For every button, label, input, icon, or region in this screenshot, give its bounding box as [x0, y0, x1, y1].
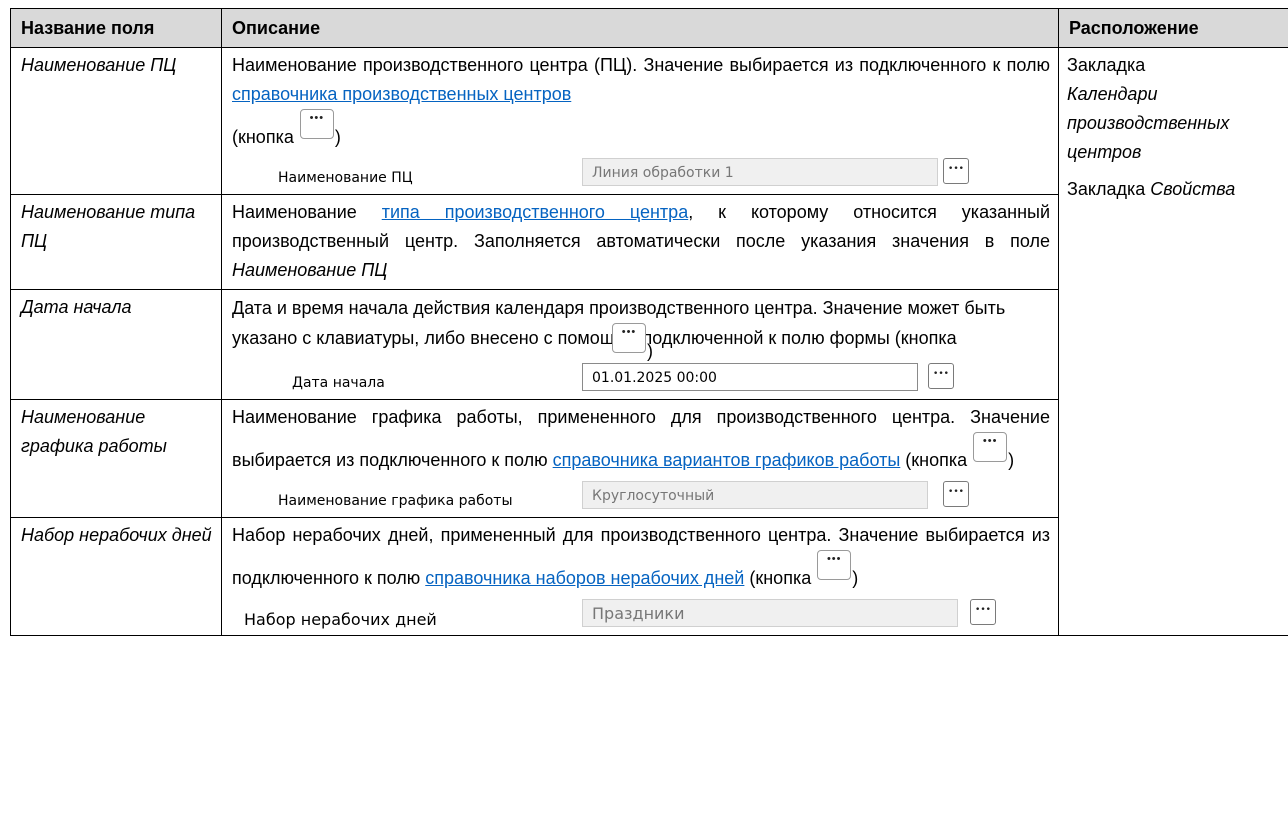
location-line: Закладка Календари производственных центр…	[1067, 51, 1282, 167]
header-description: Описание	[221, 8, 1059, 48]
field-value-input[interactable]: Праздники	[582, 599, 958, 627]
ellipsis-button-icon	[973, 432, 1008, 462]
field-label: Дата начала	[292, 375, 385, 391]
ellipsis-button-icon	[612, 323, 646, 353]
location-prefix: Закладка	[1067, 179, 1151, 199]
form-field-example: Наименование графика работы Круглосуточн…	[232, 477, 1050, 517]
location-cell: Закладка Календари производственных центр…	[1058, 47, 1288, 636]
field-value-input[interactable]: 01.01.2025 00:00	[582, 363, 918, 391]
location-tab-name: Календари производственных центров	[1067, 84, 1230, 162]
link-work-schedule-directory[interactable]: справочника вариантов графиков работы	[553, 450, 901, 470]
description-text: Наименование	[232, 202, 382, 222]
form-field-example: Дата начала 01.01.2025 00:00	[232, 359, 1050, 399]
description-text: )	[647, 341, 653, 361]
description-text: (кнопка	[744, 568, 817, 588]
field-name-cell: Наименование ПЦ	[10, 47, 222, 195]
link-production-center-type[interactable]: типа производственного центра	[382, 202, 688, 222]
description-text: )	[1008, 450, 1015, 470]
location-line: Закладка Свойства	[1067, 175, 1282, 204]
table-row: Наименование ПЦ Наименование производств…	[10, 47, 1288, 636]
header-location: Расположение	[1058, 8, 1288, 48]
ellipsis-icon[interactable]	[943, 481, 969, 507]
field-name-cell: Наименование графика работы	[10, 399, 222, 518]
description-text: Наименование производственного центра (П…	[232, 55, 1050, 75]
field-name-cell: Набор нерабочих дней	[10, 517, 222, 636]
description-cell: Наименование графика работы, примененног…	[221, 399, 1059, 518]
description-cell: Набор нерабочих дней, примененный для пр…	[221, 517, 1059, 636]
ellipsis-button-icon	[299, 109, 334, 139]
ellipsis-icon[interactable]	[943, 158, 969, 184]
description-text: )	[852, 568, 859, 588]
description-cell: Дата и время начала действия календаря п…	[221, 289, 1059, 400]
field-label: Наименование ПЦ	[278, 170, 413, 186]
table-header-row: Название поля Описание Расположение	[10, 8, 1288, 48]
description-text: (кнопка	[900, 450, 973, 470]
form-field-example: Набор нерабочих дней Праздники	[232, 595, 1050, 635]
field-value-input[interactable]: Линия обработки 1	[582, 158, 938, 186]
location-prefix: Закладка	[1067, 55, 1146, 75]
description-italic: Наименование ПЦ	[232, 260, 388, 280]
ellipsis-button-icon	[817, 550, 852, 580]
description-text: )	[334, 127, 341, 147]
link-nonworking-days-directory[interactable]: справочника наборов нерабочих дней	[425, 568, 744, 588]
header-field-name: Название поля	[10, 8, 222, 48]
field-name-cell: Наименование типа ПЦ	[10, 194, 222, 290]
description-cell: Наименование типа производственного цент…	[221, 194, 1059, 290]
form-field-example: Наименование ПЦ Линия обработки 1	[232, 154, 1050, 194]
ellipsis-icon[interactable]	[970, 599, 996, 625]
field-value-input[interactable]: Круглосуточный	[582, 481, 928, 509]
fields-table: Название поля Описание Расположение Наим…	[10, 8, 1288, 636]
description-text: (кнопка	[232, 127, 299, 147]
field-label: Наименование графика работы	[278, 493, 513, 509]
field-name-cell: Дата начала	[10, 289, 222, 400]
ellipsis-icon[interactable]	[928, 363, 954, 389]
link-production-centers-directory[interactable]: справочника производственных центров	[232, 84, 571, 104]
location-tab-name: Свойства	[1150, 179, 1236, 199]
description-cell: Наименование производственного центра (П…	[221, 47, 1059, 195]
field-label: Набор нерабочих дней	[244, 610, 437, 629]
